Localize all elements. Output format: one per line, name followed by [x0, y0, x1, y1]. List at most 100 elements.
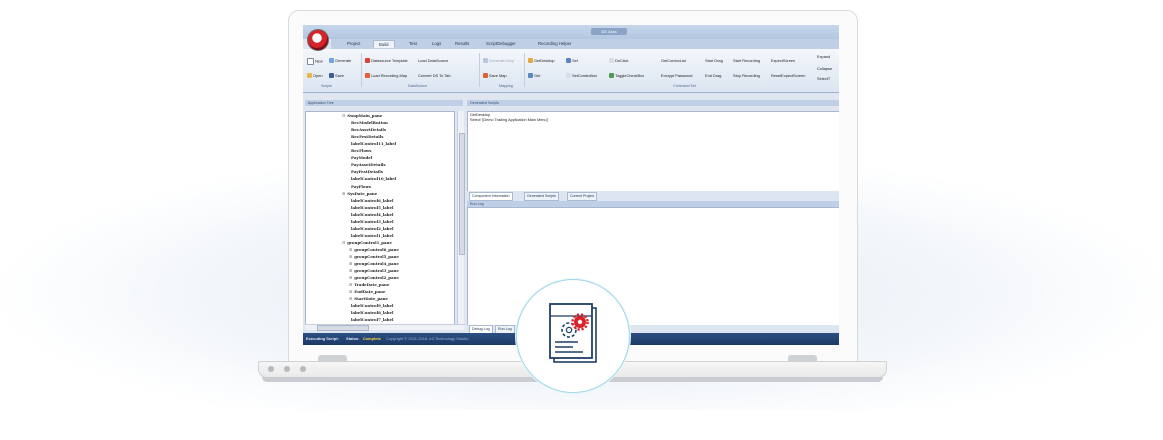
start-drag-button[interactable]: Start Drag: [705, 58, 723, 63]
convert-ds-to-tab-button[interactable]: Convert DS To Tab: [418, 73, 451, 78]
tab-recording-helper[interactable]: Recording Helper: [538, 41, 571, 46]
tree-node-label: labelControl6_label: [351, 197, 394, 203]
tree-node[interactable]: PayAssetDetails: [349, 162, 386, 167]
tree-node[interactable]: ⊞ EndDate_pane: [349, 289, 385, 294]
tree-node[interactable]: ⊞ groupControl4_pane: [349, 261, 399, 266]
tree-node[interactable]: labelControl5_label: [349, 205, 393, 210]
tree-node[interactable]: labelControl8_label: [349, 310, 393, 315]
tree-node[interactable]: ⊞ SysDate_pane: [342, 191, 377, 196]
tab-current-project[interactable]: Current Project: [567, 192, 598, 201]
generate-button[interactable]: Generate: [329, 58, 351, 64]
load-recording-map-button[interactable]: Load Recording Map: [365, 73, 407, 79]
tree-horizontal-scrollbar[interactable]: [305, 324, 465, 331]
new-file-icon: [307, 58, 314, 65]
tree-node[interactable]: RecAssetDetails: [349, 127, 386, 132]
tree-node[interactable]: ⊞ groupControl3_pane: [349, 268, 399, 273]
settings-document-icon: [549, 303, 597, 363]
tree-node[interactable]: labelControl6_label: [349, 198, 393, 203]
setcombobox-button[interactable]: SetComboBox: [566, 73, 597, 79]
tree-expander-icon[interactable]: ⊞: [349, 296, 352, 301]
tree-vertical-scrollbar[interactable]: [457, 111, 465, 325]
expectscreen-button[interactable]: ExpectScreen: [771, 58, 795, 63]
new-button[interactable]: New: [307, 58, 323, 65]
datasource-template-button[interactable]: Datasource Template: [365, 58, 408, 64]
tree-node[interactable]: ⊟ groupControl1_pane: [342, 240, 392, 245]
tree-node[interactable]: labelControl10_label: [349, 176, 396, 181]
tree-expander-icon[interactable]: ⊞: [349, 268, 352, 273]
tree-node[interactable]: PayFestDetails: [349, 169, 383, 174]
tree-expander-icon[interactable]: ⊞: [349, 289, 352, 294]
tab-logs[interactable]: Logs: [432, 41, 441, 46]
tree-node[interactable]: ⊞ groupControl2_pane: [349, 275, 399, 280]
tree-node[interactable]: PayModel: [349, 155, 372, 160]
getcombolist-button[interactable]: GetComboList: [661, 58, 686, 63]
tab-project[interactable]: Project: [347, 41, 360, 46]
generated-scripts-editor[interactable]: GetDesktop Select '[Demo Trading Applica…: [467, 111, 839, 193]
tab-build[interactable]: Build: [373, 40, 395, 48]
selectt-button[interactable]: SelectT: [817, 76, 830, 81]
generate-map-button[interactable]: Generate Map: [483, 58, 514, 64]
group-label-datasource: DataSource: [408, 84, 427, 88]
tree-node[interactable]: labelControl1_label: [349, 233, 393, 238]
collapse-button[interactable]: Collapse: [817, 66, 832, 71]
generate-icon: [329, 58, 334, 64]
togglecheckbox-button[interactable]: ToggleCheckBox: [609, 73, 644, 79]
group-label-mapping: Mapping: [499, 84, 513, 88]
tree-node[interactable]: RecModelButton: [349, 120, 388, 125]
set-button[interactable]: Set: [566, 58, 578, 64]
tree-node[interactable]: PayFlows: [349, 184, 371, 189]
tree-node[interactable]: labelControl11_label: [349, 141, 396, 146]
executing-script-label: Executing Script:: [306, 336, 339, 341]
generated-scripts-header: Generated Scripts: [467, 100, 839, 106]
tree-node[interactable]: labelControl3_label: [349, 219, 393, 224]
stop-recording-button[interactable]: Stop Recording: [733, 73, 760, 78]
tree-expander-icon[interactable]: ⊞: [342, 191, 345, 196]
scrollbar-thumb[interactable]: [459, 133, 465, 255]
save-map-button[interactable]: Save Map: [483, 73, 507, 79]
script-line: Select '[Demo Trading Application Main M…: [470, 118, 549, 122]
window-titlebar: D3 Zaza: [303, 25, 839, 39]
tree-node-label: groupControl1_pane: [347, 239, 392, 245]
scrollbar-thumb[interactable]: [317, 325, 369, 331]
tree-expander-icon[interactable]: ⊟: [342, 240, 345, 245]
tree-expander-icon[interactable]: ⊞: [349, 282, 352, 287]
tab-results[interactable]: Results: [455, 41, 469, 46]
tab-component-information[interactable]: Component Information: [469, 192, 513, 201]
tree-expander-icon[interactable]: ⊞: [349, 275, 352, 280]
application-tree: ⊟ SwapMain_pane RecModelButton RecAssetDeta…: [305, 111, 455, 327]
tree-expander-icon[interactable]: ⊞: [349, 254, 352, 259]
save-button[interactable]: Save: [329, 73, 344, 79]
getdesktop-button[interactable]: GetDesktop: [528, 58, 555, 64]
expand-button[interactable]: Expand: [817, 54, 830, 59]
tree-node[interactable]: labelControl7_label: [349, 317, 393, 322]
tree-node[interactable]: RecFestDetails: [349, 134, 383, 139]
encrypt-password-button[interactable]: Encrypt Password: [661, 73, 692, 78]
tree-expander-icon[interactable]: ⊞: [349, 261, 352, 266]
end-drag-button[interactable]: End Drag: [705, 73, 721, 78]
warning-icon: [365, 73, 370, 79]
tree-node[interactable]: ⊞ groupControl5_pane: [349, 254, 399, 259]
tree-node-label: RecFlows: [351, 148, 372, 154]
load-datasource-button[interactable]: Load DataSource: [418, 58, 448, 63]
tree-node[interactable]: ⊞ TradeDate_pane: [349, 282, 389, 287]
tree-node[interactable]: ⊞ StartDate_pane: [349, 296, 388, 301]
tree-node[interactable]: RecFlows: [349, 148, 371, 153]
tab-test[interactable]: Test: [409, 41, 417, 46]
tree-node[interactable]: ⊞ groupControl6_pane: [349, 247, 399, 252]
tree-node[interactable]: ⊟ SwapMain_pane: [342, 113, 382, 118]
tree-expander-icon[interactable]: ⊟: [342, 113, 345, 118]
tab-scriptdebugger[interactable]: ScriptDebugger: [486, 41, 516, 46]
open-button[interactable]: Open: [307, 73, 323, 79]
tree-expander-icon[interactable]: ⊞: [349, 247, 352, 252]
ribbon-toolbar: New Generate Open Save Scripts Datasourc…: [303, 49, 839, 93]
tree-node[interactable]: labelControl2_label: [349, 226, 393, 231]
start-recording-button[interactable]: Start Recording: [733, 58, 760, 63]
resetexpectscreen-button[interactable]: ResetExpectScreen: [771, 73, 805, 78]
tree-node[interactable]: labelControl9_label: [349, 303, 393, 308]
get-button[interactable]: Get: [528, 73, 540, 79]
window-title: D3 Zaza: [591, 28, 627, 35]
app-menu-orb-icon[interactable]: [307, 29, 329, 51]
tree-node[interactable]: labelControl4_label: [349, 212, 393, 217]
tab-generated-scripts[interactable]: Generated Scripts: [524, 192, 559, 201]
doclick-button[interactable]: DoClick: [609, 58, 628, 64]
